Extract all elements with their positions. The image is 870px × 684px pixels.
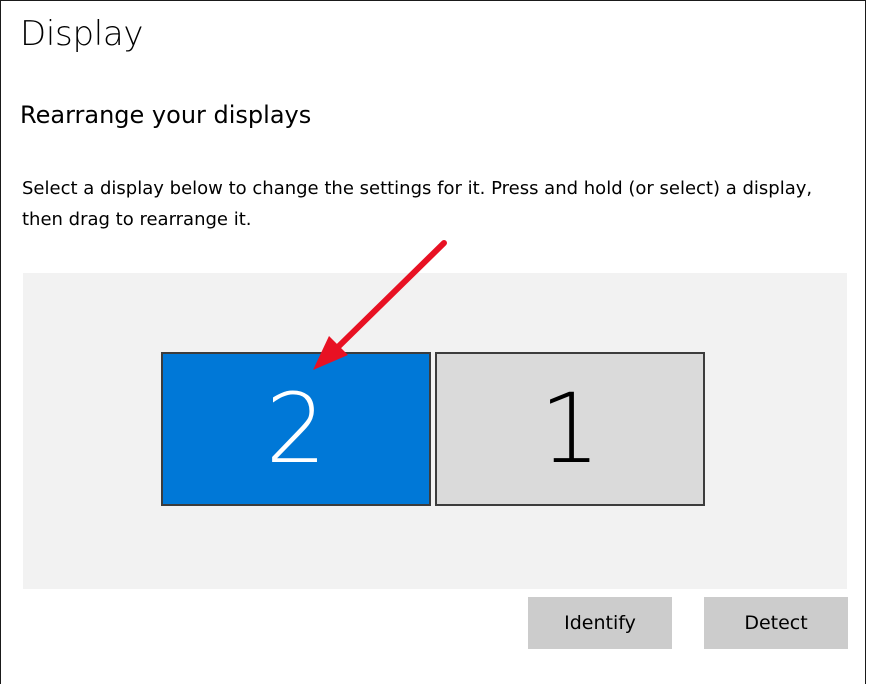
detect-button[interactable]: Detect [704,597,848,649]
display-2-number: 2 [265,373,327,485]
page-title: Display [20,14,144,54]
display-1-tile[interactable]: 1 [435,352,705,506]
identify-button[interactable]: Identify [528,597,672,649]
display-1-number: 1 [539,373,601,485]
section-description: Select a display below to change the set… [22,178,813,230]
section-heading: Rearrange your displays [20,101,312,129]
display-2-tile[interactable]: 2 [161,352,431,506]
display-arrangement-area: 2 1 [23,273,847,589]
